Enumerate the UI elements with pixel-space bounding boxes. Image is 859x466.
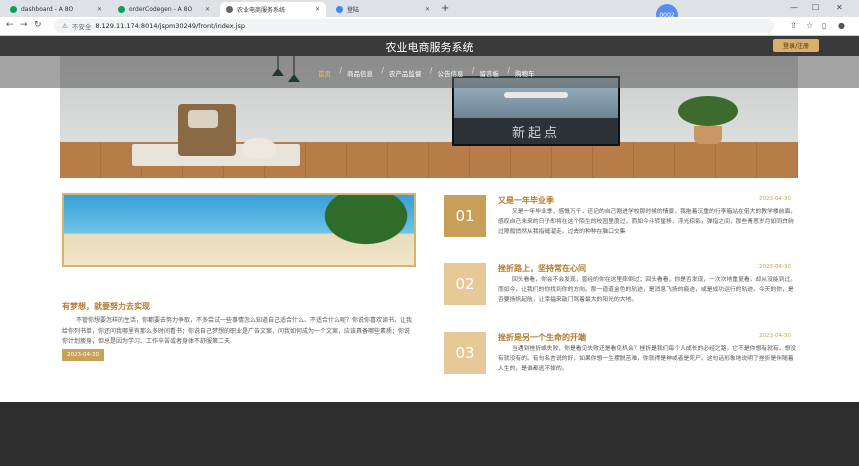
nav-label: 农产品监督 <box>389 70 422 78</box>
site-title: 农业电商服务系统 <box>385 41 474 54</box>
nav-label: 首页 <box>318 70 331 78</box>
featured-image[interactable] <box>62 193 416 267</box>
maximize-icon[interactable]: ☐ <box>812 3 819 12</box>
featured-date-badge: 2023-04-30 <box>62 349 104 361</box>
back-icon[interactable]: ← <box>6 20 14 30</box>
address-input[interactable]: ⚠ 不安全 8.129.11.174:8014/jspm30249/front/… <box>54 19 774 33</box>
nav-announcements[interactable]: 公告信息 / <box>430 66 475 78</box>
close-icon[interactable]: ✕ <box>205 6 210 13</box>
favicon-icon <box>10 6 17 13</box>
item-text: 又是一年毕业季，感慨万千，还记的自己刚进学校那时候的情景，我拖着沉重的行李箱站在… <box>498 209 797 235</box>
nav-label: 留言板 <box>479 70 500 78</box>
nav-messages[interactable]: 留言板 / <box>472 66 511 78</box>
item-date: 2023-04-30 <box>759 196 791 202</box>
tab-label: dashboard - A 8O <box>21 6 74 13</box>
favicon-icon <box>226 6 233 13</box>
login-register-button[interactable]: 登录/注册 <box>773 39 819 52</box>
nav-cart[interactable]: 购物车 <box>507 68 543 78</box>
tab-label: 登陆 <box>347 7 360 14</box>
close-icon[interactable]: ✕ <box>97 6 102 13</box>
hero-words: 新起点 <box>511 126 560 141</box>
item-title[interactable]: 挫折是另一个生命的开端 <box>498 332 586 343</box>
number-badge: 02 <box>444 263 486 305</box>
tab-strip: dashboard - A 8O ✕ orderCodegen - A 8O ✕… <box>0 0 859 17</box>
item-text: 当遇到挫折或失败，你是看见失败还是看见机会？挫折是我们每个人成长的必经之路，它不… <box>498 346 797 372</box>
nav-menu: 首页 / 商品信息 / 农产品监督 / 公告信息 / 留言板 / 购物车 <box>310 66 543 78</box>
reload-icon[interactable]: ↻ <box>34 20 42 30</box>
url-text: 8.129.11.174:8014/jspm30249/front/index.… <box>95 22 246 30</box>
plant-shape <box>678 96 738 126</box>
forward-icon[interactable]: → <box>20 20 28 30</box>
airplane-icon <box>504 92 568 98</box>
item-title[interactable]: 又是一年毕业季 <box>498 195 554 206</box>
pillow-shape <box>188 110 218 128</box>
minimize-icon[interactable]: — <box>790 3 798 12</box>
lamp-icon <box>272 56 300 82</box>
favicon-icon <box>336 6 343 13</box>
number-badge: 03 <box>444 332 486 374</box>
featured-text: 不管你想要怎样的生活，你都要去努力争取，不多尝试一些事情怎么知道自己适合什么、不… <box>62 317 413 345</box>
new-tab-button[interactable]: + <box>441 3 449 14</box>
nav-label: 购物车 <box>515 70 535 78</box>
star-icon[interactable]: ☆ <box>806 21 813 30</box>
tab-label: 农业电商服务系统 <box>237 7 286 14</box>
item-text: 回头看看，你会不会发现，曾经的你在这里摔倒过；回头看看，你是否发现，一次次地重复… <box>498 277 797 303</box>
list-item[interactable]: 01 又是一年毕业季 2023-04-30 又是一年毕业季，感慨万千，还记的自己… <box>444 195 799 241</box>
site-header: 农业电商服务系统 登录/注册 <box>0 36 859 56</box>
list-item[interactable]: 02 挫折路上，坚持常在心间 2023-04-30 回头看看，你会不会发现，曾经… <box>444 263 799 309</box>
tab-dashboard[interactable]: dashboard - A 8O ✕ <box>4 2 108 17</box>
favicon-icon <box>118 6 125 13</box>
featured-title[interactable]: 有梦想，就要努力去实现 <box>62 301 150 312</box>
tab-login[interactable]: 登陆 ✕ <box>330 2 436 17</box>
warning-icon: ⚠ <box>62 22 68 30</box>
sidebar-icon[interactable]: ▯ <box>822 21 826 30</box>
share-icon[interactable]: ⇪ <box>790 21 797 30</box>
nav-home[interactable]: 首页 / <box>310 66 342 78</box>
close-icon[interactable]: ✕ <box>315 6 320 13</box>
address-bar-row: ← → ↻ ⚠ 不安全 8.129.11.174:8014/jspm30249/… <box>0 17 859 36</box>
browser-chrome: dashboard - A 8O ✕ orderCodegen - A 8O ✕… <box>0 0 859 36</box>
profile-icon[interactable]: ● <box>838 21 845 30</box>
nav-label: 公告信息 <box>437 70 464 78</box>
pot-shape <box>694 126 722 144</box>
close-icon[interactable]: ✕ <box>425 6 430 13</box>
nav-supervision[interactable]: 农产品监督 / <box>381 66 433 78</box>
nav-products[interactable]: 商品信息 / <box>339 66 384 78</box>
item-date: 2023-04-30 <box>759 264 791 270</box>
number-badge: 01 <box>444 195 486 237</box>
nav-label: 商品信息 <box>347 70 373 78</box>
item-title[interactable]: 挫折路上，坚持常在心间 <box>498 263 586 274</box>
site-footer <box>0 402 859 466</box>
list-item[interactable]: 03 挫折是另一个生命的开端 2023-04-30 当遇到挫折或失败，你是看见失… <box>444 332 799 378</box>
tab-label: orderCodegen - A 8O <box>129 6 193 13</box>
close-window-icon[interactable]: ✕ <box>836 3 843 12</box>
tab-agri-system[interactable]: 农业电商服务系统 ✕ <box>220 2 326 17</box>
tab-ordercodegen[interactable]: orderCodegen - A 8O ✕ <box>112 2 216 17</box>
item-date: 2023-04-30 <box>759 333 791 339</box>
cat-shape <box>242 138 276 158</box>
insecure-label: 不安全 <box>71 23 92 31</box>
palm-shape <box>294 195 414 265</box>
